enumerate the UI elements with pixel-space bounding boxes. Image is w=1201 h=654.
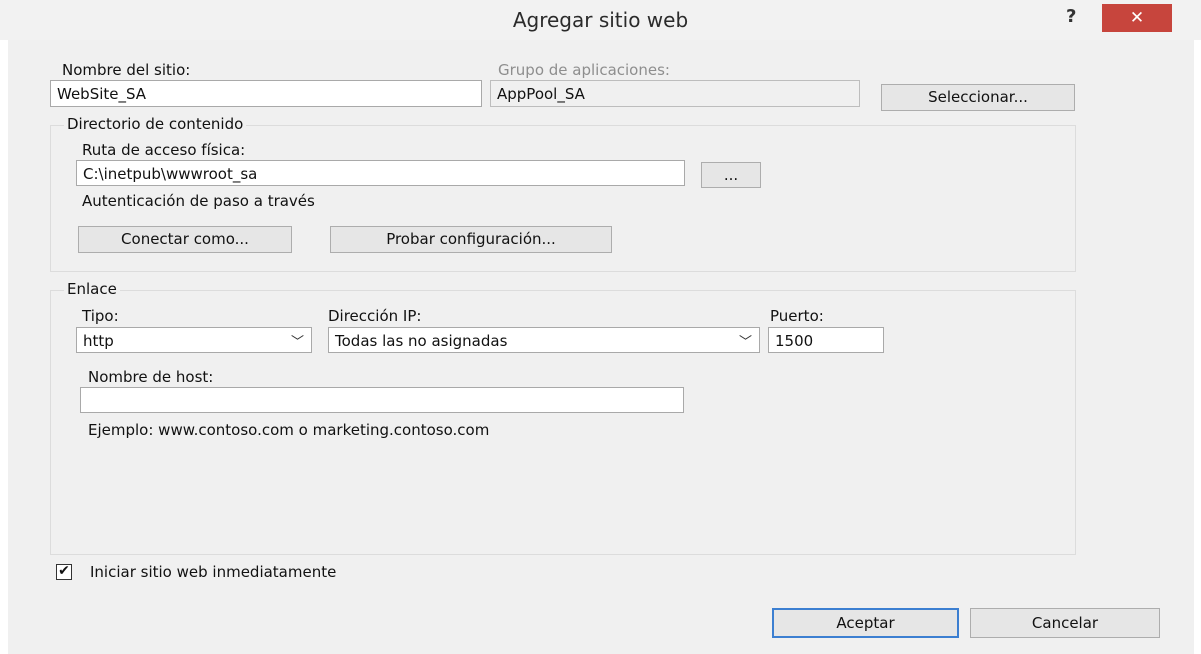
title-bar: Agregar sitio web ? ✕	[0, 0, 1201, 40]
close-button[interactable]: ✕	[1102, 4, 1172, 32]
ip-address-label: Dirección IP:	[328, 307, 422, 325]
chevron-down-icon: ﹀	[290, 335, 304, 350]
browse-button[interactable]: ...	[701, 162, 761, 188]
connect-as-button[interactable]: Conectar como...	[78, 226, 292, 253]
add-website-dialog: Agregar sitio web ? ✕ Nombre del sitio: …	[0, 0, 1201, 654]
type-label: Tipo:	[82, 307, 119, 325]
ip-address-select[interactable]: Todas las no asignadas ﹀	[328, 327, 760, 353]
site-name-input[interactable]: WebSite_SA	[50, 80, 482, 107]
chevron-down-icon: ﹀	[738, 335, 752, 350]
test-settings-button[interactable]: Probar configuración...	[330, 226, 612, 253]
close-icon: ✕	[1129, 8, 1145, 28]
host-example-text: Ejemplo: www.contoso.com o marketing.con…	[88, 421, 490, 439]
ok-button[interactable]: Aceptar	[772, 608, 959, 638]
app-pool-field: AppPool_SA	[490, 80, 860, 107]
site-name-label-text: Nombre del sitio:	[62, 61, 191, 79]
dialog-body: Nombre del sitio: WebSite_SA Grupo de ap…	[8, 40, 1194, 654]
port-label: Puerto:	[770, 307, 824, 325]
dialog-title: Agregar sitio web	[512, 8, 689, 32]
start-immediately-checkbox[interactable]: ✔	[56, 564, 72, 580]
content-directory-title: Directorio de contenido	[64, 115, 247, 133]
help-icon[interactable]: ?	[1066, 6, 1076, 27]
checkmark-icon: ✔	[58, 563, 70, 579]
port-input[interactable]: 1500	[768, 327, 884, 353]
cancel-button[interactable]: Cancelar	[970, 608, 1160, 638]
auth-text: Autenticación de paso a través	[82, 192, 315, 210]
app-pool-label: Grupo de aplicaciones:	[498, 61, 670, 79]
physical-path-input[interactable]: C:\inetpub\wwwroot_sa	[76, 160, 685, 186]
binding-title: Enlace	[64, 280, 120, 298]
host-name-label: Nombre de host:	[88, 368, 214, 386]
start-immediately-label[interactable]: Iniciar sitio web inmediatamente	[90, 563, 336, 581]
site-name-label: Nombre del sitio:	[62, 61, 190, 79]
select-app-pool-button[interactable]: Seleccionar...	[881, 84, 1075, 111]
type-select-value: http	[83, 332, 114, 350]
host-name-input[interactable]	[80, 387, 684, 413]
ip-address-value: Todas las no asignadas	[335, 332, 508, 350]
type-select[interactable]: http ﹀	[76, 327, 312, 353]
physical-path-label: Ruta de acceso física:	[82, 141, 246, 159]
